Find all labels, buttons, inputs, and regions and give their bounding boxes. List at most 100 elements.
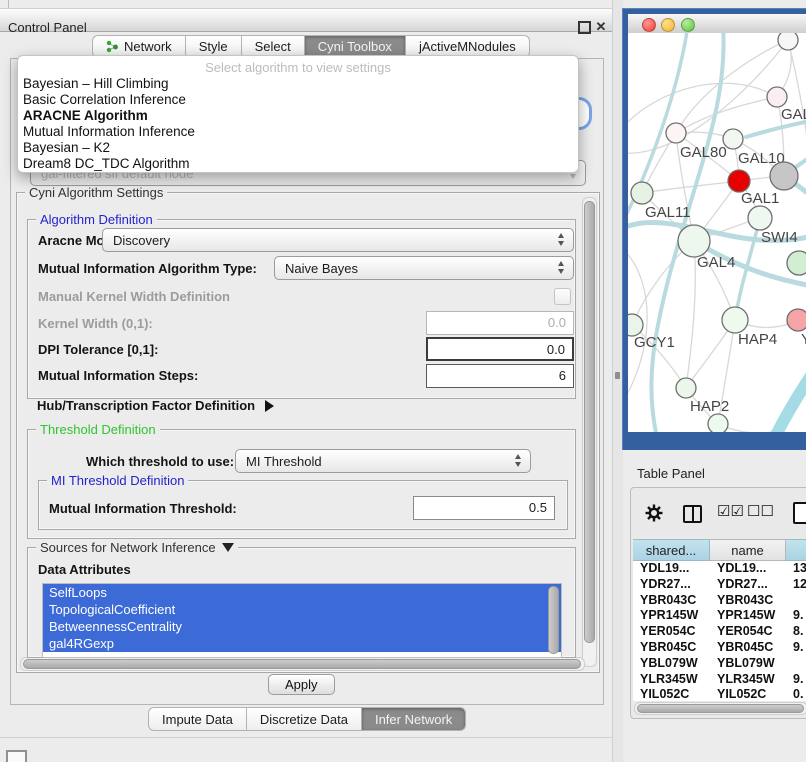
table-cell: YDR27... bbox=[633, 577, 710, 593]
algorithm-option-mutual-information-inference[interactable]: Mutual Information Inference bbox=[18, 124, 578, 140]
table-hscrollbar[interactable] bbox=[634, 702, 806, 715]
network-node-gal80[interactable] bbox=[666, 123, 686, 143]
table-row[interactable]: YDL19...YDL19...13 bbox=[633, 561, 806, 577]
column-header-shared[interactable]: shared... bbox=[633, 539, 710, 561]
hub-section-label: Hub/Transcription Factor Definition bbox=[37, 398, 255, 413]
tab-infer-network[interactable]: Infer Network bbox=[362, 707, 466, 731]
kernel-width-label: Kernel Width (0,1): bbox=[38, 316, 153, 331]
table-cell: 9. bbox=[786, 640, 806, 656]
combo-arrows-icon bbox=[515, 454, 521, 467]
close-window-icon[interactable] bbox=[642, 18, 656, 32]
gear-icon[interactable] bbox=[645, 504, 663, 525]
which-threshold-combobox[interactable]: MI Threshold bbox=[235, 449, 531, 473]
sources-group-header[interactable]: Sources for Network Inference bbox=[36, 540, 238, 555]
attribute-topologicalcoefficient[interactable]: TopologicalCoefficient bbox=[43, 601, 561, 618]
column-header-name[interactable]: name bbox=[710, 539, 786, 561]
table-row[interactable]: YLR345WYLR345W9. bbox=[633, 672, 806, 688]
table-row[interactable]: YER054CYER054C8. bbox=[633, 624, 806, 640]
zoom-window-icon[interactable] bbox=[681, 18, 695, 32]
apply-button[interactable]: Apply bbox=[268, 674, 335, 695]
tab-label: Cyni Toolbox bbox=[318, 39, 392, 54]
float-icon bbox=[578, 21, 591, 34]
network-node-y[interactable] bbox=[787, 309, 806, 331]
network-window-titlebar[interactable] bbox=[628, 14, 806, 34]
algorithm-option-basic-correlation-inference[interactable]: Basic Correlation Inference bbox=[18, 92, 578, 108]
show-columns-icon[interactable] bbox=[683, 505, 702, 523]
table-row[interactable]: YBR043CYBR043C bbox=[633, 593, 806, 609]
export-table-icon[interactable] bbox=[793, 502, 806, 524]
network-node[interactable] bbox=[787, 251, 806, 275]
algorithm-option-dream8-dc-tdc-algorithm[interactable]: Dream8 DC_TDC Algorithm bbox=[18, 156, 578, 172]
mi-type-combobox[interactable]: Naive Bayes bbox=[274, 256, 574, 280]
network-node-gal11[interactable] bbox=[631, 182, 653, 204]
algorithm-popup-list: Bayesian – Hill ClimbingBasic Correlatio… bbox=[18, 76, 578, 172]
minimized-window-icon[interactable] bbox=[6, 750, 27, 762]
algorithm-definition-title: Algorithm Definition bbox=[36, 212, 157, 227]
mi-threshold-label: Mutual Information Threshold: bbox=[49, 501, 237, 516]
settings-hscrollbar[interactable] bbox=[20, 657, 585, 671]
attribute-selfloops[interactable]: SelfLoops bbox=[43, 584, 561, 601]
settings-vscrollbar[interactable] bbox=[582, 197, 597, 667]
network-node-swi4[interactable] bbox=[748, 206, 772, 230]
close-panel-button[interactable]: ✕ bbox=[594, 20, 608, 34]
data-attributes-label: Data Attributes bbox=[38, 562, 131, 577]
algorithm-option-bayesian-k2[interactable]: Bayesian – K2 bbox=[18, 140, 578, 156]
tab-label: Impute Data bbox=[162, 712, 233, 727]
network-node-gal4[interactable] bbox=[678, 225, 710, 257]
column-header-extra[interactable] bbox=[786, 539, 806, 561]
node-label: GAL1 bbox=[741, 190, 779, 207]
table-panel-title: Table Panel bbox=[637, 466, 705, 481]
network-node[interactable] bbox=[778, 33, 798, 50]
network-canvas[interactable]: GALGAL80GAL10GAL1GAL11SWI4GAL4GCY1HAP4YH… bbox=[628, 33, 806, 432]
table-hscrollbar-thumb[interactable] bbox=[637, 704, 804, 713]
table-row[interactable]: YPR145WYPR145W9. bbox=[633, 608, 806, 624]
network-node-hap2[interactable] bbox=[676, 378, 696, 398]
table-body[interactable]: YDL19...YDL19...13YDR27...YDR27...12YBR0… bbox=[633, 561, 806, 701]
network-edge bbox=[628, 83, 777, 128]
table-row[interactable]: YBR045CYBR045C9. bbox=[633, 640, 806, 656]
table-cell: YIL052C bbox=[710, 687, 786, 701]
dpi-tolerance-label: DPI Tolerance [0,1]: bbox=[38, 342, 158, 357]
table-cell: YDL19... bbox=[633, 561, 710, 577]
unselect-all-columns-icon[interactable]: ☐☐ bbox=[747, 502, 774, 520]
tab-impute-data[interactable]: Impute Data bbox=[148, 707, 247, 731]
algorithm-popup: Select algorithm to view settings Bayesi… bbox=[17, 55, 579, 173]
table-cell: YLR345W bbox=[710, 672, 786, 688]
manual-kernel-width-checkbox[interactable] bbox=[554, 288, 571, 305]
data-attributes-list[interactable]: SelfLoopsTopologicalCoefficientBetweenne… bbox=[42, 583, 562, 658]
minimize-window-icon[interactable] bbox=[661, 18, 675, 32]
table-cell: YBR045C bbox=[710, 640, 786, 656]
dpi-tolerance-field[interactable]: 0.0 bbox=[426, 337, 574, 361]
table-row[interactable]: YBL079WYBL079W bbox=[633, 656, 806, 672]
table-cell: 12 bbox=[786, 577, 806, 593]
node-label: GAL11 bbox=[645, 204, 691, 221]
table-cell: YER054C bbox=[710, 624, 786, 640]
network-node-hap4[interactable] bbox=[722, 307, 748, 333]
hub-section-toggle[interactable]: Hub/Transcription Factor Definition bbox=[37, 398, 274, 413]
settings-vscrollbar-thumb[interactable] bbox=[584, 201, 595, 643]
aracne-mode-combobox[interactable]: Discovery bbox=[102, 228, 574, 252]
network-node-gal[interactable] bbox=[767, 87, 787, 107]
table-cell: YDL19... bbox=[710, 561, 786, 577]
network-node-gal10[interactable] bbox=[723, 129, 743, 149]
attribute-betweennesscentrality[interactable]: BetweennessCentrality bbox=[43, 618, 561, 635]
table-row[interactable]: YIL052CYIL052C0. bbox=[633, 687, 806, 701]
network-node[interactable] bbox=[770, 162, 798, 190]
attributes-vscrollbar-thumb[interactable] bbox=[548, 586, 559, 654]
network-node[interactable] bbox=[708, 414, 728, 432]
algorithm-option-aracne-algorithm[interactable]: ARACNE Algorithm bbox=[18, 108, 578, 124]
mi-steps-field[interactable]: 6 bbox=[426, 364, 574, 388]
attribute-gal4rgexp[interactable]: gal4RGexp bbox=[43, 635, 561, 652]
mi-threshold-field[interactable]: 0.5 bbox=[413, 496, 555, 520]
table-row[interactable]: YDR27...YDR27...12 bbox=[633, 577, 806, 593]
algorithm-option-bayesian-hill-climbing[interactable]: Bayesian – Hill Climbing bbox=[18, 76, 578, 92]
select-all-columns-icon[interactable]: ☑☑ bbox=[717, 502, 744, 520]
panel-bottom-divider bbox=[0, 737, 620, 738]
table-cell: 9. bbox=[786, 672, 806, 688]
network-edge bbox=[776, 363, 806, 432]
kernel-width-field[interactable]: 0.0 bbox=[426, 311, 574, 335]
tab-discretize-data[interactable]: Discretize Data bbox=[247, 707, 362, 731]
float-window-button[interactable] bbox=[577, 20, 591, 34]
settings-hscrollbar-thumb[interactable] bbox=[23, 659, 581, 669]
network-node-gal1[interactable] bbox=[728, 170, 750, 192]
